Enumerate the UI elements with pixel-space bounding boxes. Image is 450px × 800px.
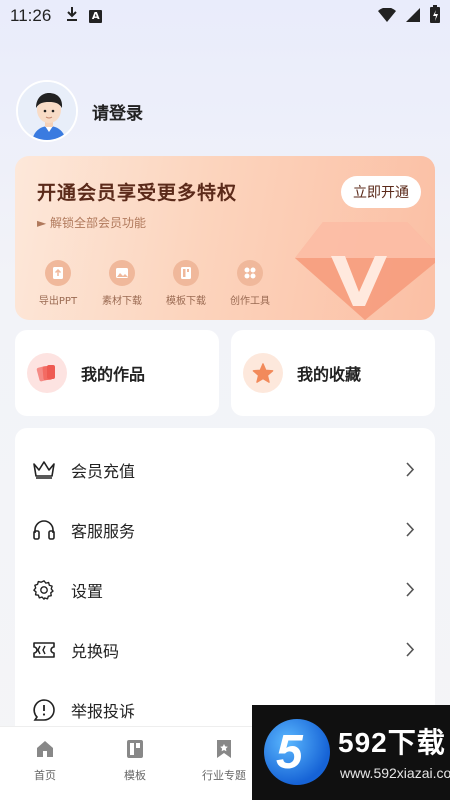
menu-label: 设置 (71, 582, 104, 601)
status-time: 11:26 (10, 6, 52, 25)
watermark-title: 592下载 (338, 727, 446, 758)
ticket-icon (31, 637, 57, 663)
site-watermark: 5 592下载 www.592xiazai.com (252, 705, 450, 800)
menu-label: 客服服务 (71, 522, 136, 541)
chevron-right-icon (406, 462, 415, 481)
home-icon (35, 739, 55, 763)
menu-item-redeem-code[interactable]: 兑换码 (15, 620, 435, 680)
tab-home[interactable]: 首页 (10, 739, 80, 783)
open-vip-button[interactable]: 立即开通 (341, 176, 421, 208)
wifi-icon (378, 6, 396, 26)
template-icon (126, 739, 144, 763)
tab-label: 行业专题 (202, 769, 246, 782)
feature-label: 导出PPT (38, 296, 78, 307)
battery-icon (430, 5, 440, 27)
headset-icon (31, 517, 57, 543)
download-icon (65, 6, 79, 26)
diamond-v-icon (295, 214, 435, 320)
tools-icon (237, 260, 263, 286)
avatar[interactable] (16, 80, 78, 142)
bookmark-icon (215, 739, 233, 763)
menu-label: 兑换码 (71, 642, 120, 661)
feature-label: 创作工具 (230, 296, 270, 307)
login-label[interactable]: 请登录 (92, 99, 143, 124)
menu-label: 会员充值 (71, 462, 136, 481)
tab-label: 首页 (34, 769, 56, 782)
watermark-logo-digit: 5 (276, 726, 303, 779)
chevron-right-icon (406, 582, 415, 601)
image-icon (109, 260, 135, 286)
watermark-url: www.592xiazai.com (340, 765, 450, 781)
template-icon (173, 260, 199, 286)
status-bar: 11:26 A (0, 0, 450, 32)
my-works-card[interactable]: 我的作品 (15, 330, 219, 416)
star-icon (243, 353, 283, 393)
feature-label: 模板下载 (166, 296, 206, 307)
crown-icon (31, 457, 57, 483)
menu-item-vip-recharge[interactable]: 会员充值 (15, 440, 435, 500)
gear-icon (31, 577, 57, 603)
works-icon (27, 353, 67, 393)
feature-creation-tools[interactable]: 创作工具 (225, 260, 275, 307)
settings-menu: 会员充值 客服服务 设置 兑换码 举报投诉 (15, 428, 435, 738)
signal-icon (406, 7, 420, 26)
vip-card[interactable]: 开通会员享受更多特权 ► 解锁全部会员功能 立即开通 导出PPT 素材下载 模板… (15, 156, 435, 320)
report-icon (31, 697, 57, 723)
chevron-right-icon (406, 642, 415, 661)
chevron-right-icon (406, 522, 415, 541)
my-favorites-label: 我的收藏 (297, 365, 362, 384)
feature-label: 素材下载 (102, 296, 142, 307)
tab-industry-topics[interactable]: 行业专题 (189, 739, 259, 783)
tab-templates[interactable]: 模板 (100, 739, 170, 783)
feature-material-download[interactable]: 素材下载 (97, 260, 147, 307)
notification-a-icon: A (89, 9, 103, 23)
export-icon (45, 260, 71, 286)
my-favorites-card[interactable]: 我的收藏 (231, 330, 435, 416)
vip-title: 开通会员享受更多特权 (37, 182, 238, 204)
tab-label: 模板 (124, 769, 146, 782)
feature-template-download[interactable]: 模板下载 (161, 260, 211, 307)
menu-item-customer-service[interactable]: 客服服务 (15, 500, 435, 560)
vip-feature-row: 导出PPT 素材下载 模板下载 创作工具 (33, 260, 275, 307)
vip-subtitle: ► 解锁全部会员功能 (37, 216, 147, 230)
menu-label: 举报投诉 (71, 702, 136, 721)
feature-export-ppt[interactable]: 导出PPT (33, 260, 83, 307)
profile-header[interactable]: 请登录 (16, 80, 143, 142)
menu-item-settings[interactable]: 设置 (15, 560, 435, 620)
my-works-label: 我的作品 (81, 365, 146, 384)
